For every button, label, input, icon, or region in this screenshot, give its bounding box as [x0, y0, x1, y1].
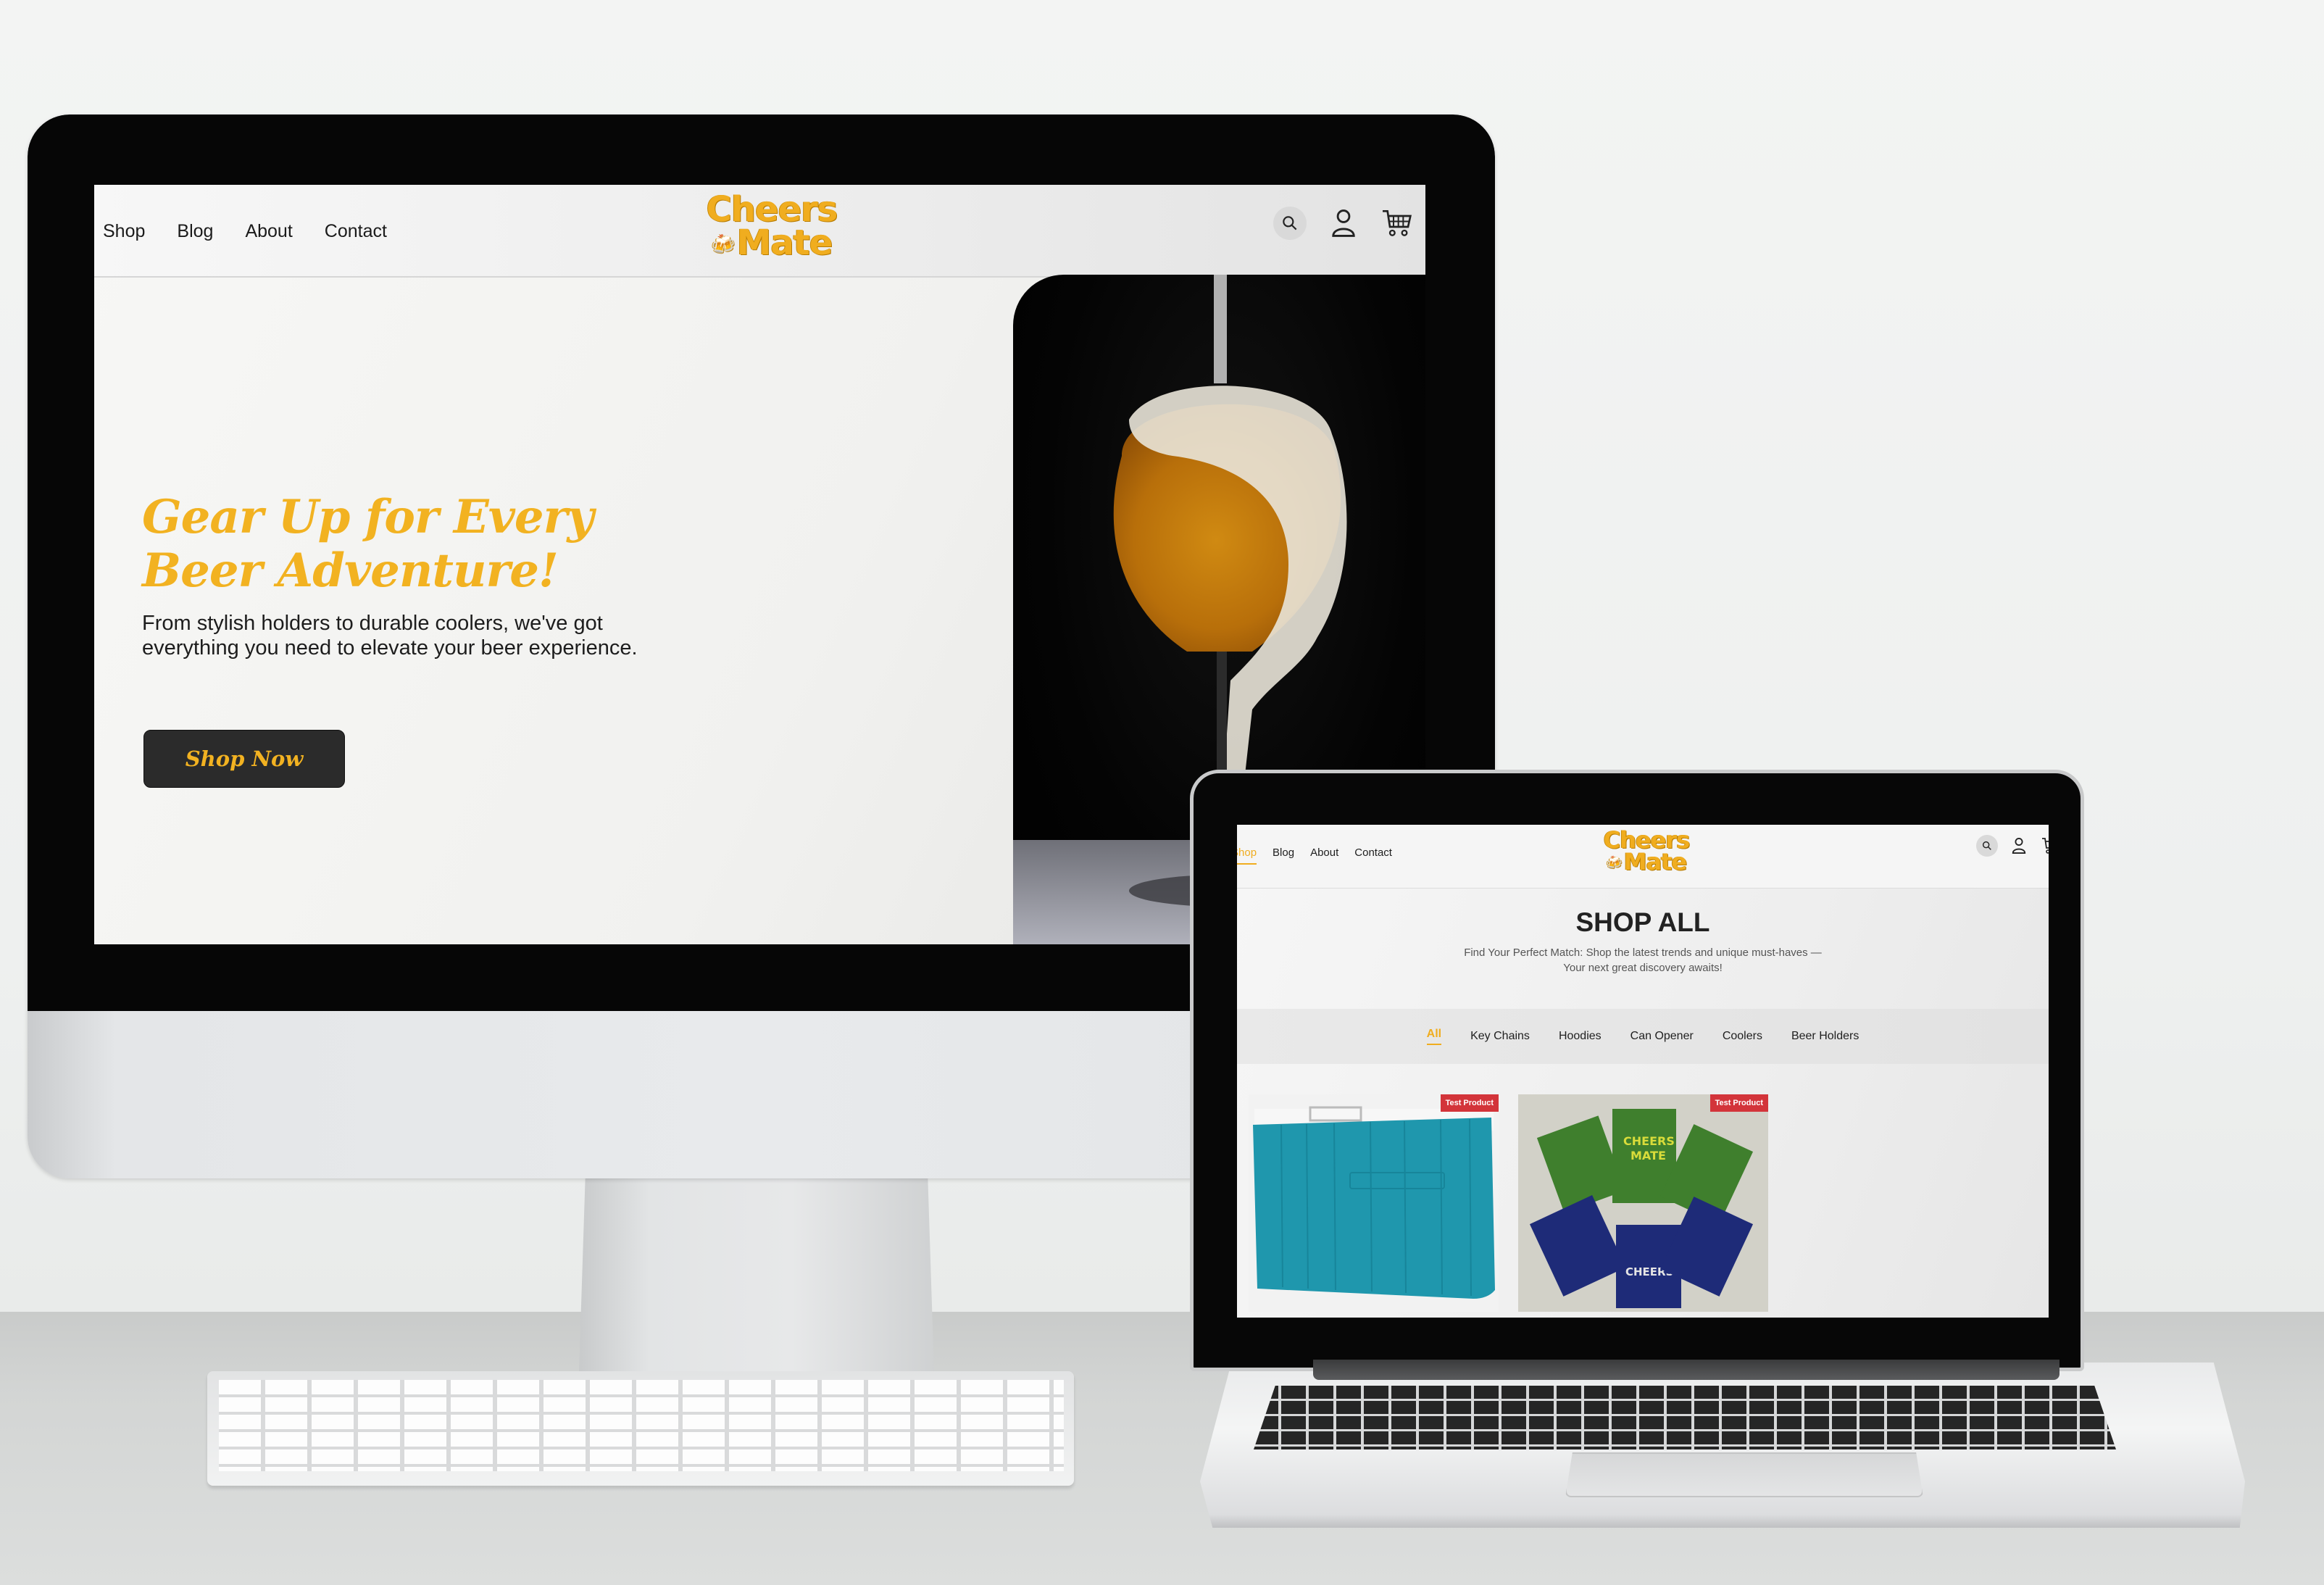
desktop-nav-bar: Shop Blog About Contact Cheers 🍻Mate: [94, 185, 1425, 278]
cooler-product-image: [1253, 1106, 1495, 1299]
hero-title: Gear Up for Every Beer Adventure!: [142, 490, 594, 598]
product-card[interactable]: CHEERS MATE CHEERS Test Product: [1518, 1094, 1768, 1312]
laptop-nav-links: Shop Blog About Contact: [1237, 846, 1392, 865]
nav-link-shop[interactable]: Shop: [103, 221, 145, 242]
cart-button[interactable]: [1380, 207, 1414, 240]
search-icon: [1283, 216, 1297, 230]
cart-button[interactable]: [2040, 835, 2049, 857]
filter-coolers[interactable]: Coolers: [1723, 1030, 1762, 1043]
nav-link-blog[interactable]: Blog: [1273, 846, 1294, 865]
nav-link-blog[interactable]: Blog: [177, 221, 213, 242]
imac-stand: [578, 1174, 935, 1395]
logo-line-2: Mate: [1623, 848, 1687, 876]
brand-logo[interactable]: Cheers 🍻Mate: [696, 192, 848, 259]
filter-can-opener[interactable]: Can Opener: [1630, 1030, 1694, 1043]
laptop-nav-bar: Shop Blog About Contact Cheers 🍻Mate: [1237, 825, 2049, 889]
user-icon: [2012, 838, 2026, 854]
brand-logo[interactable]: Cheers 🍻Mate: [1596, 828, 1697, 876]
shop-now-button[interactable]: Shop Now: [143, 730, 345, 788]
laptop-keyboard: [1254, 1386, 2116, 1449]
search-button[interactable]: [1976, 835, 1998, 857]
laptop-website: Shop Blog About Contact Cheers 🍻Mate SHO…: [1237, 825, 2049, 1318]
wireless-keyboard: [207, 1371, 1074, 1486]
filter-all[interactable]: All: [1426, 1028, 1442, 1045]
page-subtitle-line-2: Your next great discovery awaits!: [1563, 962, 1723, 974]
user-icon: [1332, 209, 1355, 237]
beer-mugs-icon: 🍻: [711, 233, 736, 257]
desktop-nav-links: Shop Blog About Contact: [103, 221, 387, 242]
nav-link-about[interactable]: About: [1310, 846, 1338, 865]
hero-subtitle: From stylish holders to durable coolers,…: [142, 612, 638, 660]
logo-line-2: Mate: [736, 222, 833, 263]
nav-link-contact[interactable]: Contact: [1354, 846, 1392, 865]
nav-link-contact[interactable]: Contact: [325, 221, 387, 242]
nav-link-shop-active[interactable]: Shop: [1237, 846, 1257, 865]
product-badge: Test Product: [1709, 1094, 1768, 1112]
search-button[interactable]: [1273, 207, 1307, 240]
product-badge: Test Product: [1440, 1094, 1499, 1112]
svg-text:MATE: MATE: [1630, 1149, 1666, 1162]
account-button[interactable]: [1327, 207, 1360, 240]
filter-beer-holders[interactable]: Beer Holders: [1791, 1030, 1859, 1043]
can-holder-product-image: CHEERS MATE CHEERS: [1518, 1094, 1768, 1312]
nav-link-about[interactable]: About: [245, 221, 292, 242]
filter-hoodies[interactable]: Hoodies: [1559, 1030, 1602, 1043]
page-subtitle: Find Your Perfect Match: Shop the latest…: [1237, 945, 2049, 975]
product-card[interactable]: Test Product: [1249, 1094, 1499, 1312]
cart-icon: [2042, 838, 2049, 854]
svg-text:CHEERS: CHEERS: [1623, 1134, 1675, 1148]
filter-key-chains[interactable]: Key Chains: [1470, 1030, 1530, 1043]
cart-icon: [1383, 210, 1412, 236]
desktop-nav-icons: [1273, 207, 1414, 240]
laptop-trackpad: [1565, 1452, 1923, 1497]
category-filter-bar: All Key Chains Hoodies Can Opener Cooler…: [1237, 1009, 2049, 1064]
laptop-nav-icons: [1976, 835, 2049, 857]
laptop-hinge: [1313, 1360, 2059, 1380]
beer-mugs-icon: 🍻: [1606, 856, 1623, 871]
page-subtitle-line-1: Find Your Perfect Match: Shop the latest…: [1464, 947, 1822, 959]
page-title: SHOP ALL: [1575, 907, 1710, 937]
search-icon: [1982, 841, 1991, 850]
account-button[interactable]: [2008, 835, 2030, 857]
